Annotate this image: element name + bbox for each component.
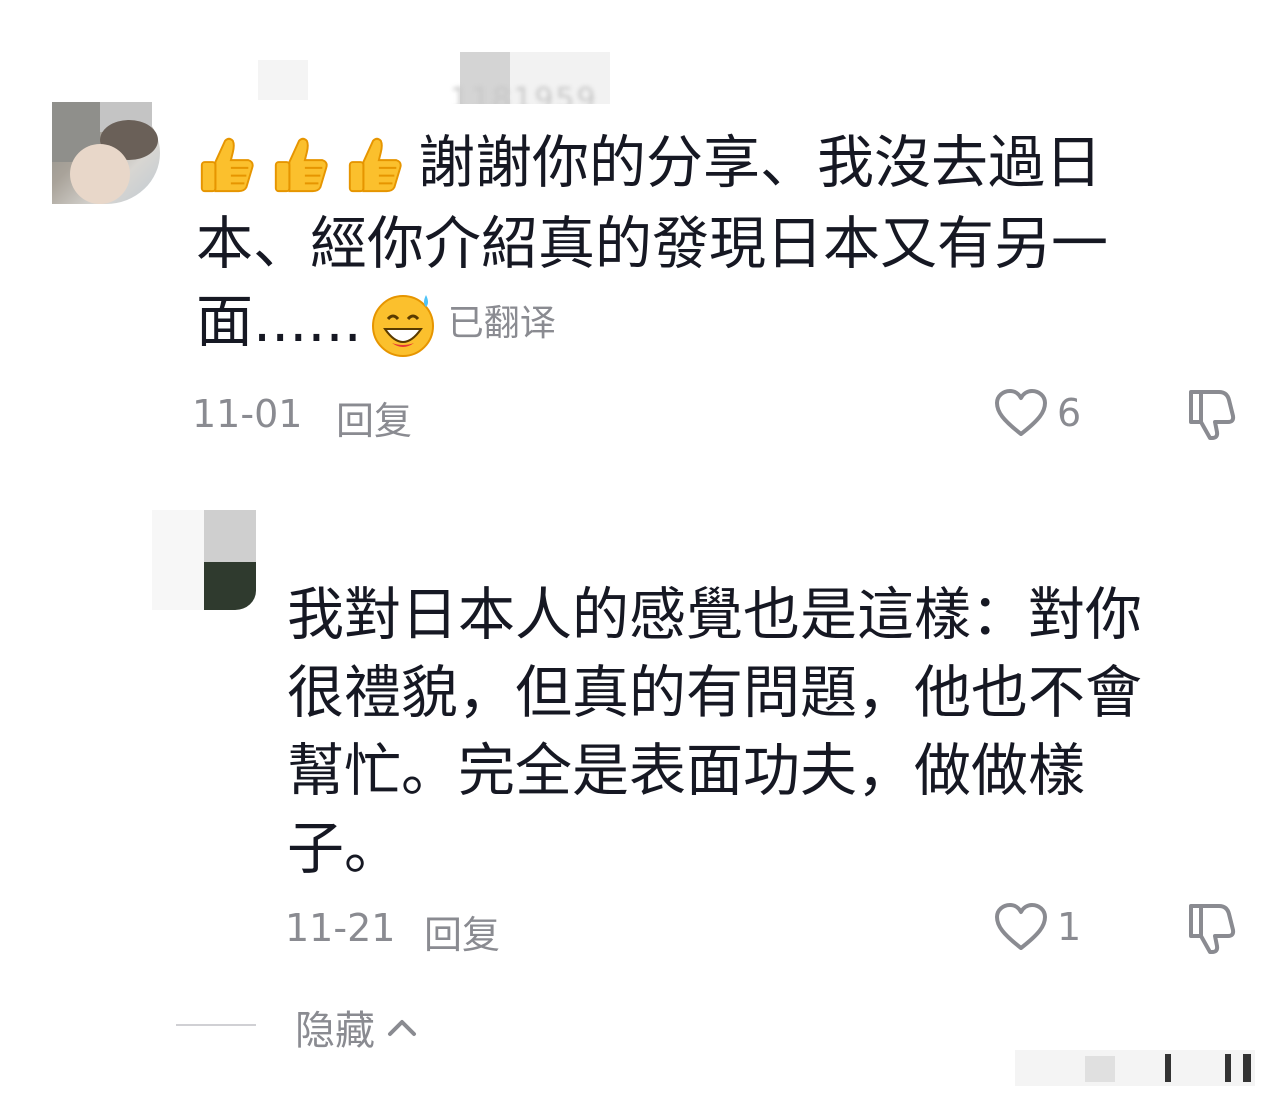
divider-line — [176, 1024, 256, 1026]
watermark-logo — [1015, 1050, 1255, 1086]
username-blurred: 1181959 — [445, 52, 615, 104]
avatar[interactable] — [52, 102, 160, 204]
comment-text: 謝謝你的分享、我沒去過日 本、經你介紹真的發現日本又有另一 面...... 已翻译 — [196, 124, 1196, 365]
comment-text-line2: 很禮貌，但真的有問題，他也不會 — [287, 660, 1142, 726]
dislike-icon[interactable] — [1183, 900, 1239, 956]
hide-label: 隐藏 — [295, 1008, 375, 1054]
reply-comment-text: 我對日本人的感覺也是這樣：對你 很禮貌，但真的有問題，他也不會 幫忙。完全是表面… — [287, 576, 1217, 888]
heart-icon — [995, 903, 1047, 950]
chevron-up-icon — [388, 1020, 416, 1036]
comment-text-line1: 我對日本人的感覺也是這樣：對你 — [287, 582, 1142, 648]
thumbs-up-emoji-1 — [196, 127, 270, 205]
heart-icon — [995, 389, 1047, 436]
like-button[interactable]: 1 — [993, 902, 1081, 952]
comment-text-line2: 本、經你介紹真的發現日本又有另一 — [196, 211, 1108, 278]
like-count: 6 — [1057, 391, 1082, 435]
reply-button[interactable]: 回复 — [336, 390, 412, 445]
thumbs-up-emoji-3 — [344, 127, 418, 205]
like-count: 1 — [1057, 905, 1082, 949]
thumbs-up-emoji-2 — [270, 127, 344, 205]
comment-text-line3: 幫忙。完全是表面功夫，做做樣 — [287, 738, 1085, 804]
comment-text-line4: 子。 — [287, 816, 401, 882]
like-button[interactable]: 6 — [993, 388, 1081, 438]
comment-date: 11-21 — [285, 906, 396, 950]
avatar[interactable] — [152, 510, 256, 610]
hide-replies-button[interactable]: 隐藏 — [295, 998, 419, 1056]
comment-date: 11-01 — [192, 392, 303, 436]
grinning-sweat-emoji — [362, 287, 448, 365]
comment-text-line3: 面...... — [196, 289, 362, 356]
username-blur-left — [258, 60, 308, 100]
translated-label[interactable]: 已翻译 — [448, 303, 556, 344]
comment-text-line1: 謝謝你的分享、我沒去過日 — [418, 130, 1102, 196]
reply-button[interactable]: 回复 — [424, 904, 500, 959]
dislike-icon[interactable] — [1183, 386, 1239, 442]
